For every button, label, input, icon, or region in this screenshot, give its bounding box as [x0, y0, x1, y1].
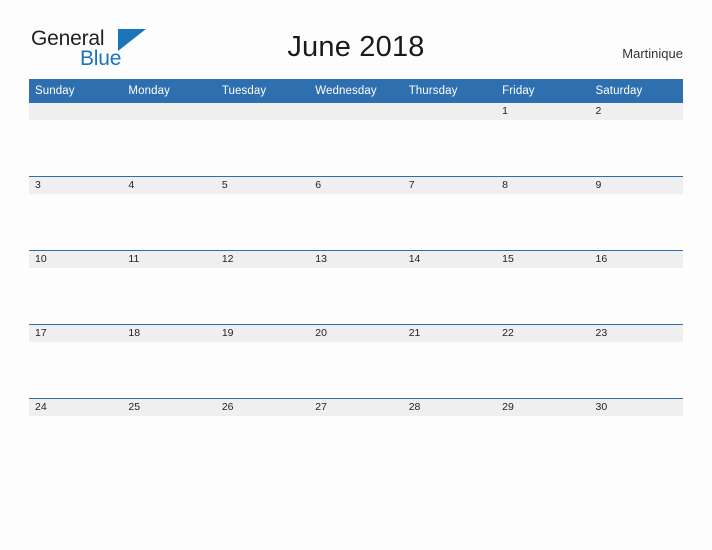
calendar-week-row: 3 4 5 6 7 8 9 [29, 176, 683, 250]
day-cell[interactable]: 27 [309, 398, 403, 472]
day-number: 5 [215, 177, 310, 194]
day-number: 4 [122, 177, 216, 194]
day-number: 15 [496, 251, 590, 268]
day-cell[interactable]: 12 [215, 250, 310, 324]
day-number: 6 [309, 177, 403, 194]
weekday-header-monday: Monday [122, 79, 216, 103]
weekday-header-sunday: Sunday [29, 79, 123, 103]
day-number [402, 103, 497, 120]
day-cell[interactable]: 26 [215, 398, 310, 472]
day-number: 16 [589, 251, 683, 268]
day-cell[interactable]: 7 [402, 176, 497, 250]
day-number: 3 [29, 177, 123, 194]
day-cell[interactable]: 15 [496, 250, 590, 324]
day-number: 9 [589, 177, 683, 194]
day-number: 13 [309, 251, 403, 268]
day-number: 30 [589, 399, 683, 416]
day-cell[interactable] [402, 103, 497, 176]
day-number: 26 [215, 399, 310, 416]
day-cell[interactable] [122, 103, 216, 176]
day-cell[interactable] [29, 103, 123, 176]
day-cell[interactable] [215, 103, 310, 176]
day-number: 23 [589, 325, 683, 342]
day-number: 14 [402, 251, 497, 268]
day-number: 29 [496, 399, 590, 416]
day-number: 18 [122, 325, 216, 342]
day-cell[interactable]: 11 [122, 250, 216, 324]
day-cell[interactable]: 6 [309, 176, 403, 250]
day-cell[interactable]: 28 [402, 398, 497, 472]
day-cell[interactable]: 18 [122, 324, 216, 398]
day-cell[interactable]: 5 [215, 176, 310, 250]
day-cell[interactable]: 8 [496, 176, 590, 250]
calendar-grid: Sunday Monday Tuesday Wednesday Thursday… [29, 79, 683, 472]
day-cell[interactable] [309, 103, 403, 176]
day-number: 22 [496, 325, 590, 342]
day-cell[interactable]: 1 [496, 103, 590, 176]
weekday-header-friday: Friday [496, 79, 590, 103]
day-number [29, 103, 123, 120]
day-cell[interactable]: 3 [29, 176, 123, 250]
day-cell[interactable]: 20 [309, 324, 403, 398]
day-number [309, 103, 403, 120]
day-number [215, 103, 310, 120]
day-number: 2 [589, 103, 683, 120]
weekday-header-wednesday: Wednesday [309, 79, 403, 103]
day-cell[interactable]: 13 [309, 250, 403, 324]
day-cell[interactable]: 2 [589, 103, 683, 176]
day-cell[interactable]: 16 [589, 250, 683, 324]
day-number: 20 [309, 325, 403, 342]
calendar-week-row: 1 2 [29, 103, 683, 176]
day-cell[interactable]: 9 [589, 176, 683, 250]
day-cell[interactable]: 17 [29, 324, 123, 398]
day-number: 24 [29, 399, 123, 416]
day-cell[interactable]: 10 [29, 250, 123, 324]
calendar-week-row: 10 11 12 13 14 15 16 [29, 250, 683, 324]
day-number: 10 [29, 251, 123, 268]
calendar-week-row: 24 25 26 27 28 29 30 [29, 398, 683, 472]
day-number: 25 [122, 399, 216, 416]
day-number: 11 [122, 251, 216, 268]
day-number: 12 [215, 251, 310, 268]
day-cell[interactable]: 4 [122, 176, 216, 250]
day-number: 27 [309, 399, 403, 416]
weekday-header-tuesday: Tuesday [215, 79, 310, 103]
calendar-week-row: 17 18 19 20 21 22 23 [29, 324, 683, 398]
calendar-body: 1 2 3 4 5 6 7 8 9 10 11 12 13 14 15 16 1… [29, 103, 683, 472]
day-cell[interactable]: 14 [402, 250, 497, 324]
day-number: 21 [402, 325, 497, 342]
page-header: General Blue June 2018 Martinique [0, 0, 712, 69]
day-number [122, 103, 216, 120]
location-label: Martinique [622, 46, 683, 61]
weekday-header-saturday: Saturday [589, 79, 683, 103]
day-cell[interactable]: 22 [496, 324, 590, 398]
day-number: 1 [496, 103, 590, 120]
day-cell[interactable]: 25 [122, 398, 216, 472]
day-cell[interactable]: 19 [215, 324, 310, 398]
day-number: 19 [215, 325, 310, 342]
day-cell[interactable]: 24 [29, 398, 123, 472]
day-number: 7 [402, 177, 497, 194]
page-title: June 2018 [287, 31, 425, 63]
day-cell[interactable]: 30 [589, 398, 683, 472]
calendar-page: General Blue June 2018 Martinique Sunday… [0, 0, 712, 550]
calendar-header-row: Sunday Monday Tuesday Wednesday Thursday… [29, 79, 683, 103]
day-cell[interactable]: 21 [402, 324, 497, 398]
day-cell[interactable]: 23 [589, 324, 683, 398]
day-number: 8 [496, 177, 590, 194]
day-number: 28 [402, 399, 497, 416]
day-cell[interactable]: 29 [496, 398, 590, 472]
weekday-header-thursday: Thursday [402, 79, 497, 103]
day-number: 17 [29, 325, 123, 342]
